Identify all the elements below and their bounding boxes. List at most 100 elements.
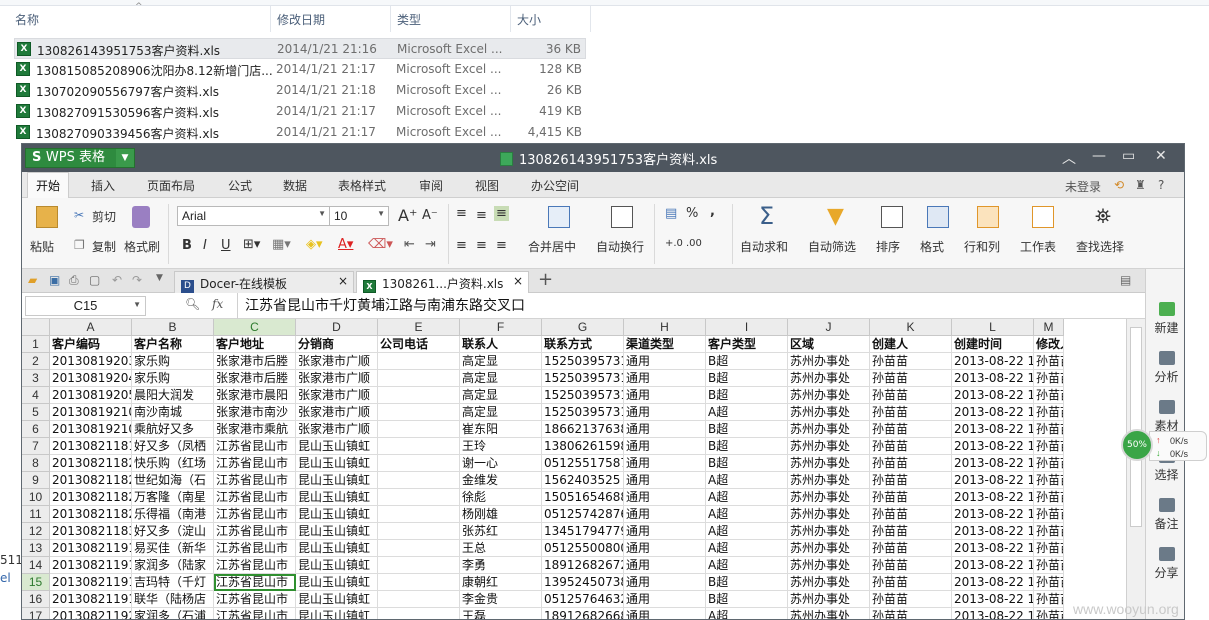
redo-icon[interactable]: ↷ bbox=[132, 273, 142, 287]
table-cell[interactable]: 2013-08-22 11 bbox=[952, 387, 1034, 404]
table-cell[interactable]: 201308211821290001 bbox=[50, 455, 132, 472]
header-cell[interactable]: 渠道类型 bbox=[624, 336, 706, 353]
table-cell[interactable]: 通用 bbox=[624, 523, 706, 540]
minimize-button[interactable]: — bbox=[1092, 148, 1106, 164]
vertical-scrollbar[interactable] bbox=[1126, 319, 1145, 619]
table-cell[interactable]: 高定显 bbox=[460, 387, 542, 404]
table-cell[interactable]: 13806261598 bbox=[542, 438, 624, 455]
undo-icon[interactable]: ↶ bbox=[112, 273, 122, 287]
table-cell[interactable]: 苏州办事处 bbox=[788, 540, 870, 557]
table-cell[interactable]: B超 bbox=[706, 591, 788, 608]
table-cell[interactable]: 201308211921460001 bbox=[50, 608, 132, 619]
col-name-header[interactable]: 名称 bbox=[15, 11, 39, 28]
column-header-b[interactable]: B bbox=[132, 319, 214, 336]
font-color-icon[interactable]: A▾ bbox=[338, 237, 353, 252]
table-cell[interactable]: 孙苗苗 bbox=[870, 472, 952, 489]
decrease-decimal-icon[interactable]: .00 bbox=[686, 238, 702, 249]
table-cell[interactable]: 昆山玉山镇虹 bbox=[296, 472, 378, 489]
format-painter-button[interactable]: 格式刷 bbox=[124, 238, 160, 255]
table-cell[interactable]: 张家港市广顺 bbox=[296, 404, 378, 421]
table-cell[interactable]: 徐彪 bbox=[460, 489, 542, 506]
table-cell[interactable]: 易买佳（新华 bbox=[132, 540, 214, 557]
binoculars-icon[interactable]: ⛯ bbox=[1095, 204, 1111, 228]
sort-icon[interactable] bbox=[881, 206, 903, 228]
table-cell[interactable]: 通用 bbox=[624, 591, 706, 608]
table-cell[interactable]: 张家港市后塍 bbox=[214, 370, 296, 387]
table-cell[interactable]: 2013-08-22 11 bbox=[952, 557, 1034, 574]
table-cell[interactable]: 张家港市后塍 bbox=[214, 353, 296, 370]
table-cell[interactable]: 江苏省昆山市 bbox=[214, 438, 296, 455]
table-cell[interactable]: 通用 bbox=[624, 404, 706, 421]
border-icon[interactable]: ⊞▾ bbox=[243, 237, 260, 252]
close-tab-icon[interactable]: × bbox=[338, 274, 348, 288]
increase-decimal-icon[interactable]: +.0 bbox=[665, 238, 683, 249]
table-cell[interactable] bbox=[378, 404, 460, 421]
table-cell[interactable]: B超 bbox=[706, 455, 788, 472]
table-cell[interactable] bbox=[378, 489, 460, 506]
table-cell[interactable]: 通用 bbox=[624, 438, 706, 455]
percent-button[interactable]: % bbox=[686, 206, 698, 221]
table-cell[interactable]: 昆山玉山镇虹 bbox=[296, 574, 378, 591]
row-header-4[interactable]: 4 bbox=[22, 387, 50, 404]
table-cell[interactable]: 2013-08-22 11 bbox=[952, 506, 1034, 523]
brush-icon[interactable] bbox=[132, 206, 150, 228]
table-cell[interactable]: 高定显 bbox=[460, 353, 542, 370]
table-cell[interactable]: 通用 bbox=[624, 557, 706, 574]
table-cell[interactable]: 15051654688 bbox=[542, 489, 624, 506]
table-cell[interactable]: 201308192108120001 bbox=[50, 421, 132, 438]
table-cell[interactable]: 2013-08-22 11 bbox=[952, 404, 1034, 421]
table-cell[interactable]: 江苏省昆山市 bbox=[214, 540, 296, 557]
table-cell[interactable]: 201308192104290001 bbox=[50, 404, 132, 421]
align-left-icon[interactable]: ≡ bbox=[456, 238, 467, 253]
row-header-17[interactable]: 17 bbox=[22, 608, 50, 619]
col-date-header[interactable]: 修改日期 bbox=[277, 11, 325, 28]
table-cell[interactable]: 15250395731 bbox=[542, 353, 624, 370]
table-cell[interactable]: 通用 bbox=[624, 489, 706, 506]
font-size-select[interactable]: 10 ▼ bbox=[329, 206, 389, 226]
table-cell[interactable]: 通用 bbox=[624, 421, 706, 438]
table-cell[interactable]: 2013-08-22 11 bbox=[952, 438, 1034, 455]
merge-center-button[interactable]: 合并居中 bbox=[528, 238, 576, 255]
table-cell[interactable]: 张苏红 bbox=[460, 523, 542, 540]
merge-cells-icon[interactable] bbox=[548, 206, 570, 228]
column-header-d[interactable]: D bbox=[296, 319, 378, 336]
table-cell[interactable]: 家乐购 bbox=[132, 370, 214, 387]
table-cell[interactable]: 孙苗苗 bbox=[1034, 438, 1064, 455]
ribbon-collapse-button[interactable]: ︿ bbox=[1062, 148, 1076, 168]
table-cell[interactable]: A超 bbox=[706, 489, 788, 506]
table-cell[interactable]: 李金贵 bbox=[460, 591, 542, 608]
table-cell[interactable]: 王玲 bbox=[460, 438, 542, 455]
header-cell[interactable]: 联系方式 bbox=[542, 336, 624, 353]
table-cell[interactable]: 高定显 bbox=[460, 370, 542, 387]
table-cell[interactable]: 孙苗苗 bbox=[870, 574, 952, 591]
table-cell[interactable]: A超 bbox=[706, 540, 788, 557]
worksheet-button[interactable]: 工作表 bbox=[1020, 238, 1056, 255]
table-cell[interactable]: 江苏省昆山市 bbox=[214, 489, 296, 506]
row-header-3[interactable]: 3 bbox=[22, 370, 50, 387]
italic-button[interactable]: I bbox=[203, 238, 207, 253]
column-header-h[interactable]: H bbox=[624, 319, 706, 336]
column-header-f[interactable]: F bbox=[460, 319, 542, 336]
tab-table-style[interactable]: 表格样式 bbox=[338, 177, 386, 194]
table-cell[interactable]: B超 bbox=[706, 353, 788, 370]
row-header-12[interactable]: 12 bbox=[22, 523, 50, 540]
table-cell[interactable]: 孙苗苗 bbox=[1034, 574, 1064, 591]
table-cell[interactable]: 家乐购 bbox=[132, 353, 214, 370]
table-cell[interactable]: 苏州办事处 bbox=[788, 438, 870, 455]
table-cell[interactable]: 吉玛特（千灯 bbox=[132, 574, 214, 591]
table-cell[interactable]: 孙苗苗 bbox=[1034, 404, 1064, 421]
format-button[interactable]: 格式 bbox=[920, 238, 944, 255]
tab-view[interactable]: 视图 bbox=[475, 177, 499, 194]
table-cell[interactable]: 苏州办事处 bbox=[788, 489, 870, 506]
table-cell[interactable]: 孙苗苗 bbox=[870, 387, 952, 404]
table-cell[interactable]: 快乐购（红场 bbox=[132, 455, 214, 472]
tab-office-space[interactable]: 办公空间 bbox=[531, 177, 579, 194]
table-cell[interactable]: 2013-08-22 11 bbox=[952, 523, 1034, 540]
network-speed-widget[interactable]: ↑ 0K/s ↓ 0K/s 50% bbox=[1121, 429, 1209, 463]
table-cell[interactable]: 世纪如海（石 bbox=[132, 472, 214, 489]
column-header-j[interactable]: J bbox=[788, 319, 870, 336]
table-cell[interactable]: 苏州办事处 bbox=[788, 608, 870, 619]
table-cell[interactable]: 2013-08-22 11 bbox=[952, 574, 1034, 591]
table-cell[interactable]: 江苏省昆山市 bbox=[214, 608, 296, 619]
grow-font-icon[interactable]: A⁺ bbox=[398, 206, 417, 225]
